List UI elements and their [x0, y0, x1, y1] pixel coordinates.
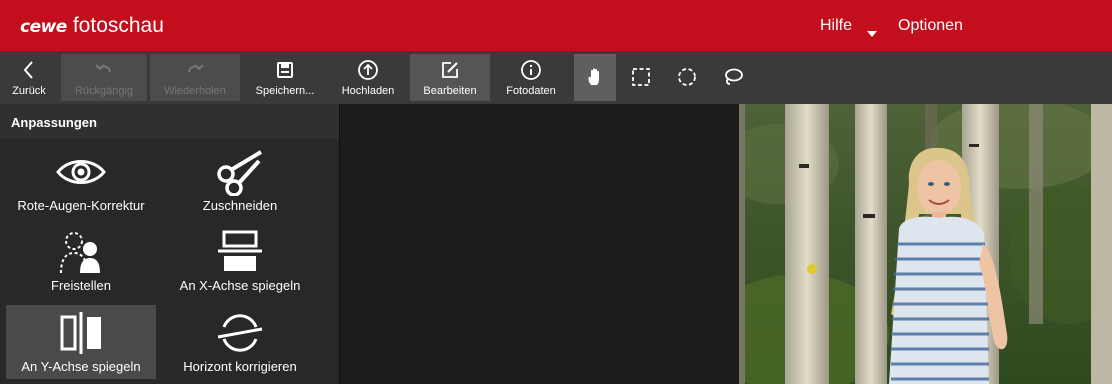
- scissors-icon: [165, 150, 315, 196]
- info-icon: [498, 59, 564, 81]
- app-logo: cewe fotoschau: [20, 14, 164, 38]
- hand-icon: [574, 66, 616, 88]
- edit-button[interactable]: Bearbeiten: [410, 54, 490, 101]
- save-button[interactable]: Speichern...: [246, 54, 324, 101]
- flip-vertical-axis-icon: [6, 311, 156, 355]
- upload-icon: [334, 59, 402, 81]
- redo-button[interactable]: Wiederholen: [150, 54, 240, 101]
- save-label: Speichern...: [255, 85, 315, 97]
- undo-icon: [61, 59, 147, 81]
- crop-tool[interactable]: Zuschneiden: [165, 144, 315, 218]
- photo-image[interactable]: [739, 104, 1112, 384]
- undo-button[interactable]: Rückgängig: [61, 54, 147, 101]
- flip-horizontal-axis-icon: [165, 230, 315, 274]
- straighten-horizon-tool[interactable]: Horizont korrigieren: [165, 305, 315, 379]
- cutout-tool[interactable]: Freistellen: [6, 224, 156, 298]
- photo-data-label: Fotodaten: [506, 85, 556, 97]
- back-label: Zurück: [12, 85, 46, 97]
- rectangle-select-icon: [620, 66, 662, 88]
- tool-label: Rote-Augen-Korrektur: [17, 198, 145, 213]
- edit-icon: [410, 59, 490, 81]
- help-menu[interactable]: Hilfe: [820, 17, 852, 35]
- adjustments-panel: Anpassungen Rote-Augen-Korrektur Zuschne…: [0, 104, 339, 384]
- cutout-person-icon: [6, 230, 156, 274]
- undo-label: Rückgängig: [74, 85, 134, 97]
- lasso-select-button[interactable]: [712, 54, 754, 101]
- toolbar: Zurück Rückgängig Wiederholen Speichern.…: [0, 51, 1112, 104]
- rectangle-select-button[interactable]: [620, 54, 662, 101]
- panel-header: Anpassungen: [0, 104, 339, 139]
- edit-label: Bearbeiten: [423, 85, 477, 97]
- eye-icon: [6, 150, 156, 194]
- tool-label: Horizont korrigieren: [183, 359, 297, 374]
- photo-data-button[interactable]: Fotodaten: [498, 54, 564, 101]
- title-bar: cewe fotoschau Hilfe Optionen: [0, 0, 1112, 51]
- ellipse-select-icon: [666, 66, 708, 88]
- panel-title: Anpassungen: [11, 115, 97, 130]
- lasso-icon: [712, 66, 754, 88]
- tool-label: An Y-Achse spiegeln: [21, 359, 141, 374]
- arrow-left-icon: [0, 59, 58, 81]
- red-eye-correction-tool[interactable]: Rote-Augen-Korrektur: [6, 144, 156, 218]
- tool-label: An X-Achse spiegeln: [179, 278, 301, 293]
- tool-label: Zuschneiden: [202, 198, 278, 213]
- horizon-icon: [165, 311, 315, 355]
- tool-label: Freistellen: [51, 278, 111, 293]
- hand-tool-button[interactable]: [574, 54, 616, 101]
- flip-y-axis-tool[interactable]: An Y-Achse spiegeln: [6, 305, 156, 379]
- options-menu[interactable]: Optionen: [898, 17, 963, 35]
- chevron-down-icon[interactable]: [867, 31, 877, 37]
- redo-icon: [150, 59, 240, 81]
- brand-cewe: cewe: [20, 17, 67, 37]
- back-button[interactable]: Zurück: [0, 54, 58, 101]
- brand-fotoschau: fotoschau: [72, 14, 164, 37]
- upload-label: Hochladen: [341, 85, 395, 97]
- ellipse-select-button[interactable]: [666, 54, 708, 101]
- save-icon: [246, 59, 324, 81]
- redo-label: Wiederholen: [164, 85, 226, 97]
- flip-x-axis-tool[interactable]: An X-Achse spiegeln: [165, 224, 315, 298]
- upload-button[interactable]: Hochladen: [334, 54, 402, 101]
